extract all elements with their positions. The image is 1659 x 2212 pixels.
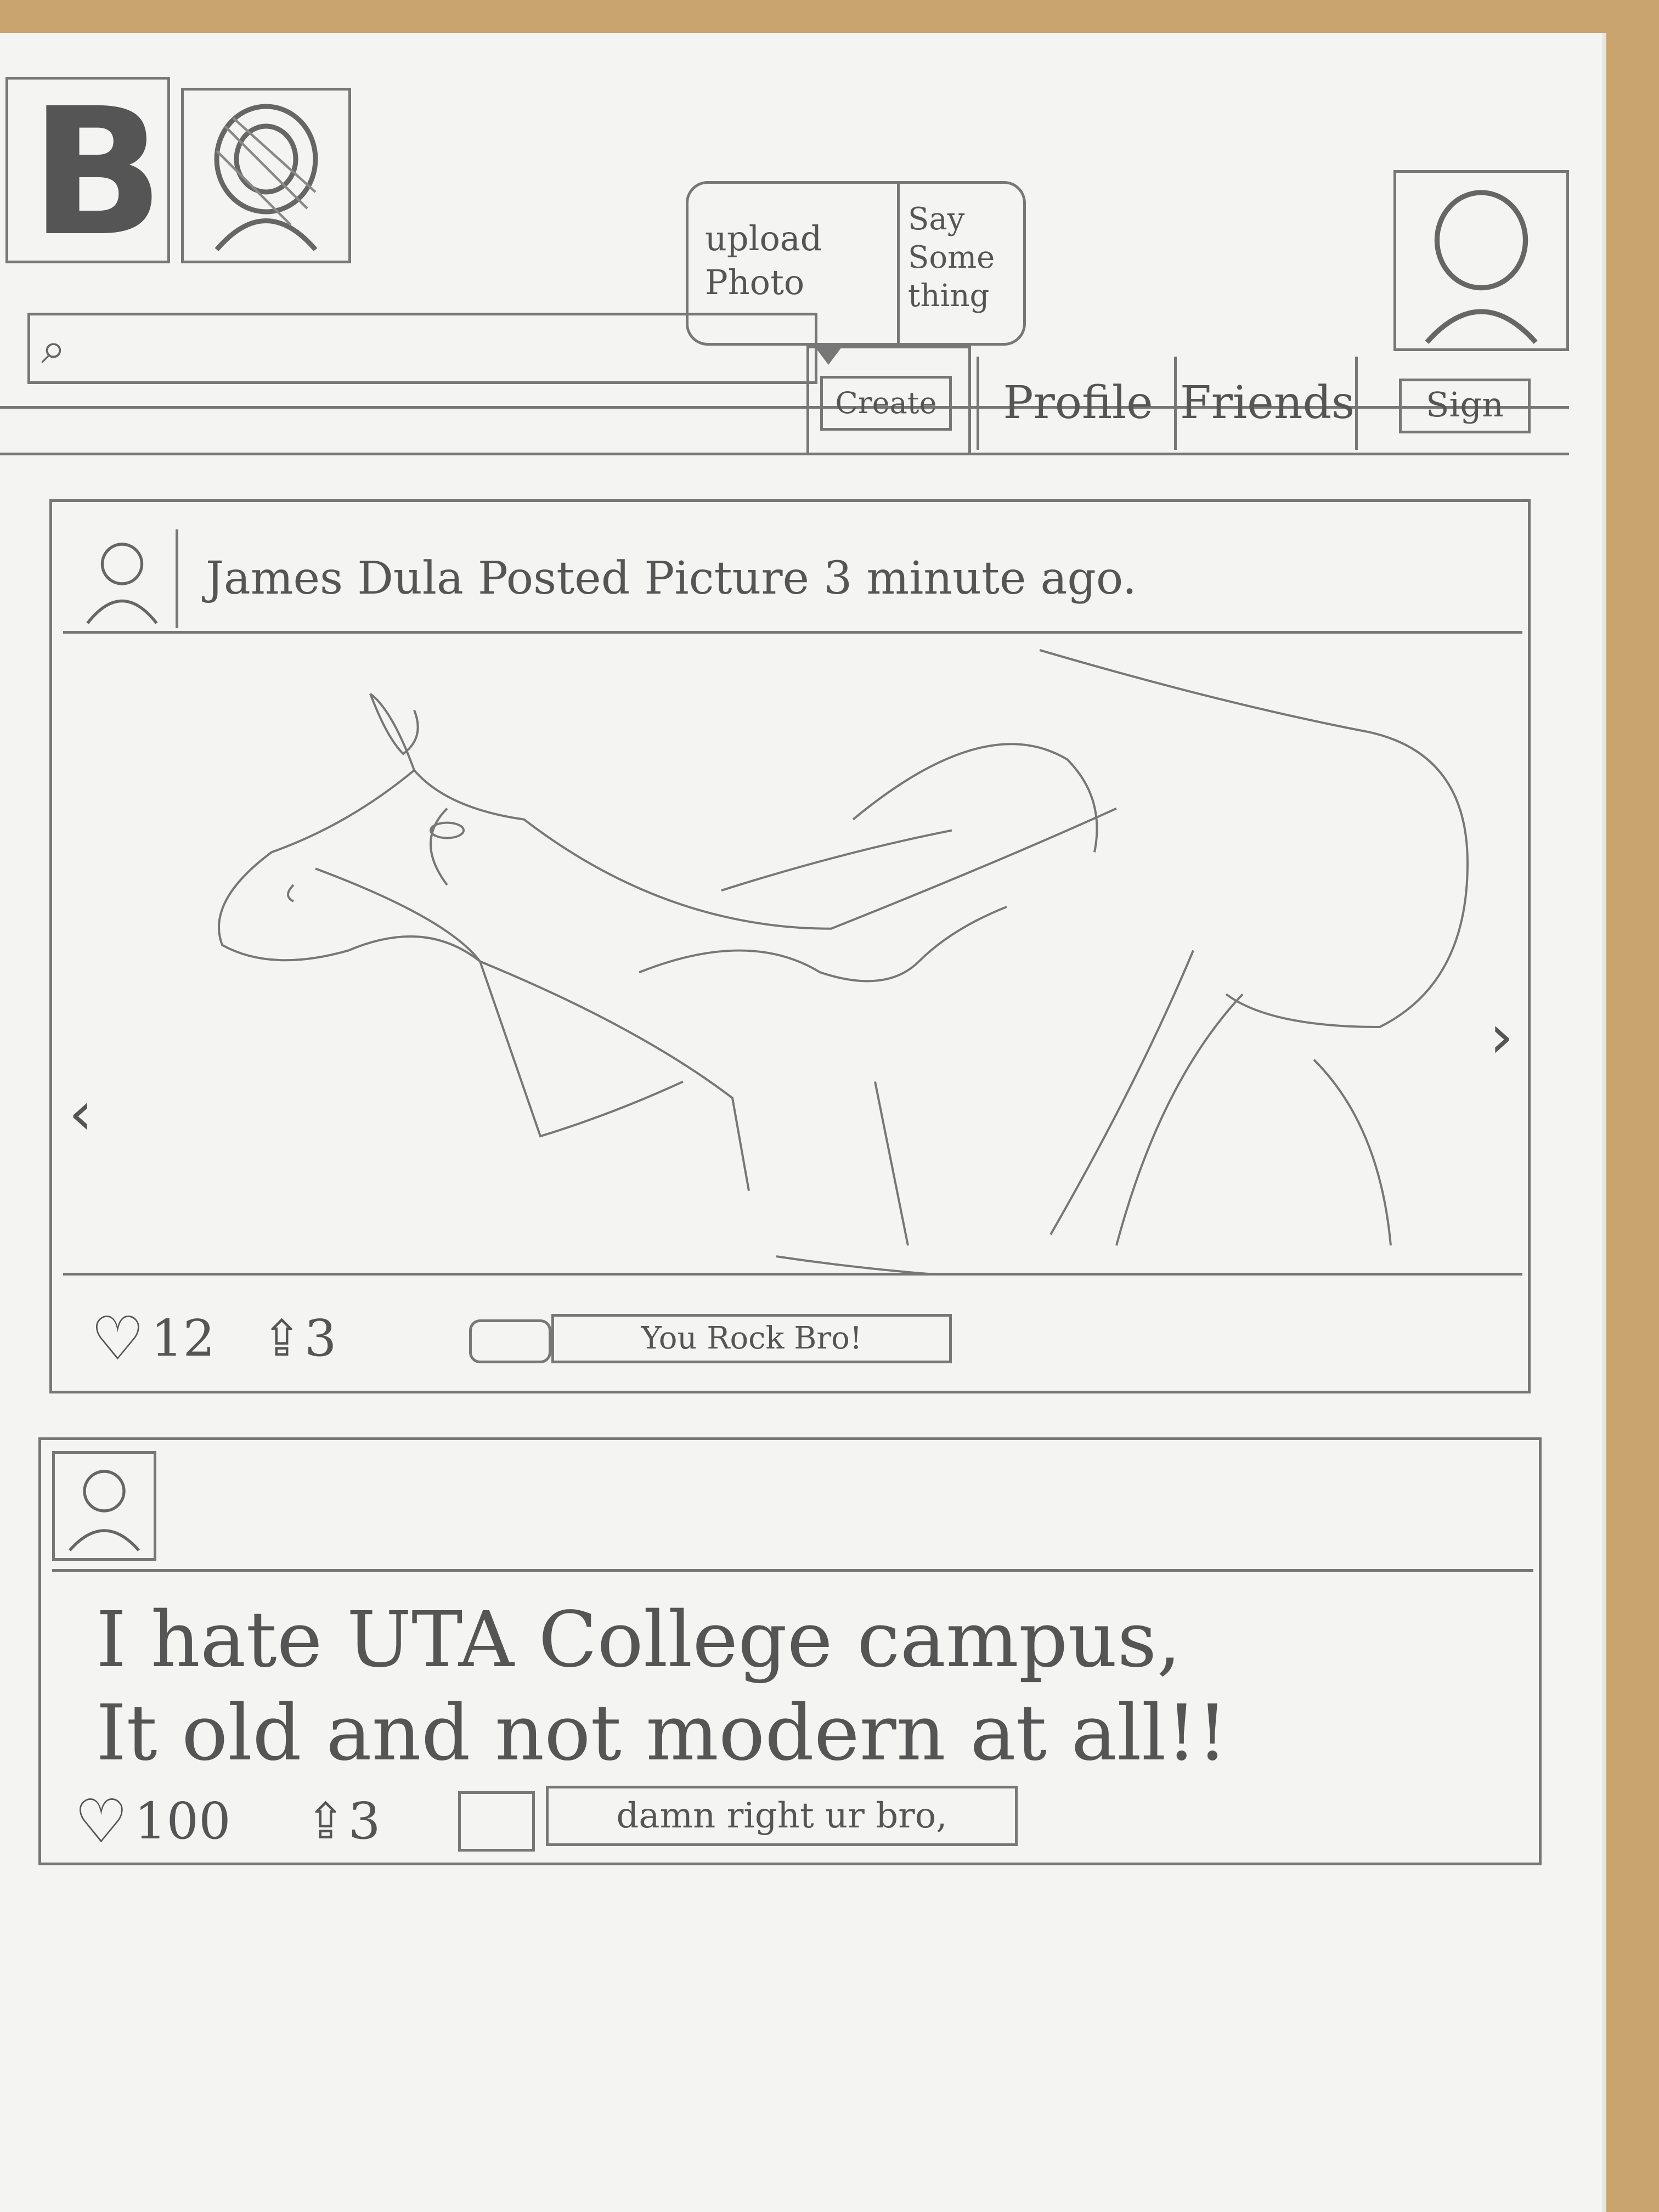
comment-input[interactable]: damn right ur bro, bbox=[546, 1786, 1018, 1846]
user-icon bbox=[86, 543, 158, 624]
search-icon: ⌕ bbox=[41, 323, 66, 374]
poster-avatar[interactable] bbox=[69, 529, 178, 628]
upload-photo-option[interactable]: upload Photo bbox=[705, 217, 886, 304]
horse-sketch-icon bbox=[218, 649, 1469, 1279]
popup-divider bbox=[897, 184, 900, 343]
post-card: James Dula Posted Picture 3 minute ago. bbox=[49, 499, 1531, 1393]
share-icon[interactable]: ⇪ bbox=[304, 1780, 347, 1863]
post-text-line: I hate UTA College campus, bbox=[96, 1595, 1181, 1685]
comment-icon[interactable] bbox=[458, 1791, 535, 1852]
poster-avatar[interactable] bbox=[52, 1451, 156, 1561]
share-count: 3 bbox=[304, 1309, 337, 1368]
share-count: 3 bbox=[348, 1792, 381, 1850]
post-text-line: It old and not modern at all!! bbox=[96, 1689, 1228, 1778]
nav-profile[interactable]: Profile bbox=[977, 357, 1177, 450]
sign-button[interactable]: Sign bbox=[1399, 378, 1531, 433]
like-count: 12 bbox=[151, 1309, 216, 1368]
user-icon bbox=[68, 1470, 140, 1551]
comment-input[interactable]: You Rock Bro! bbox=[551, 1314, 952, 1363]
like-icon[interactable]: ♡ bbox=[74, 1780, 128, 1863]
post-image: ‹ › bbox=[63, 645, 1522, 1279]
post-actions: ♡ 12 ⇪ 3 You Rock Bro! bbox=[74, 1297, 1446, 1380]
search-input[interactable]: ⌕ bbox=[27, 313, 817, 384]
post-actions: ♡ 100 ⇪ 3 damn right ur bro, bbox=[63, 1780, 1489, 1863]
next-image-arrow[interactable]: › bbox=[1489, 1001, 1514, 1071]
post-meta: James Dula Posted Picture 3 minute ago. bbox=[206, 552, 1137, 605]
nav-friends[interactable]: Friends bbox=[1174, 357, 1358, 450]
say-something-option[interactable]: Say Some thing bbox=[908, 200, 1018, 315]
create-button[interactable]: Create bbox=[806, 346, 971, 455]
logo[interactable]: B bbox=[5, 71, 170, 275]
profile-avatar[interactable] bbox=[1393, 170, 1569, 351]
post-card: I hate UTA College campus, It old and no… bbox=[38, 1437, 1542, 1865]
create-button-label: Create bbox=[820, 376, 952, 431]
user-icon bbox=[214, 104, 318, 251]
logo-letter: B bbox=[30, 71, 164, 275]
nav-sign[interactable]: Sign bbox=[1355, 357, 1572, 450]
share-icon[interactable]: ⇪ bbox=[261, 1297, 303, 1380]
post-text: I hate UTA College campus, It old and no… bbox=[96, 1594, 1500, 1780]
comment-icon[interactable] bbox=[469, 1319, 551, 1363]
post-header: James Dula Posted Picture 3 minute ago. bbox=[63, 524, 1522, 634]
like-count: 100 bbox=[134, 1792, 231, 1850]
like-icon[interactable]: ♡ bbox=[91, 1297, 145, 1380]
page: B upload Photo Say Some thing ⌕ Create P… bbox=[0, 33, 1602, 2212]
post-header bbox=[52, 1484, 1533, 1572]
brand-avatar[interactable] bbox=[181, 88, 351, 263]
prev-image-arrow[interactable]: ‹ bbox=[69, 1078, 93, 1148]
user-avatar-icon bbox=[1425, 190, 1538, 344]
